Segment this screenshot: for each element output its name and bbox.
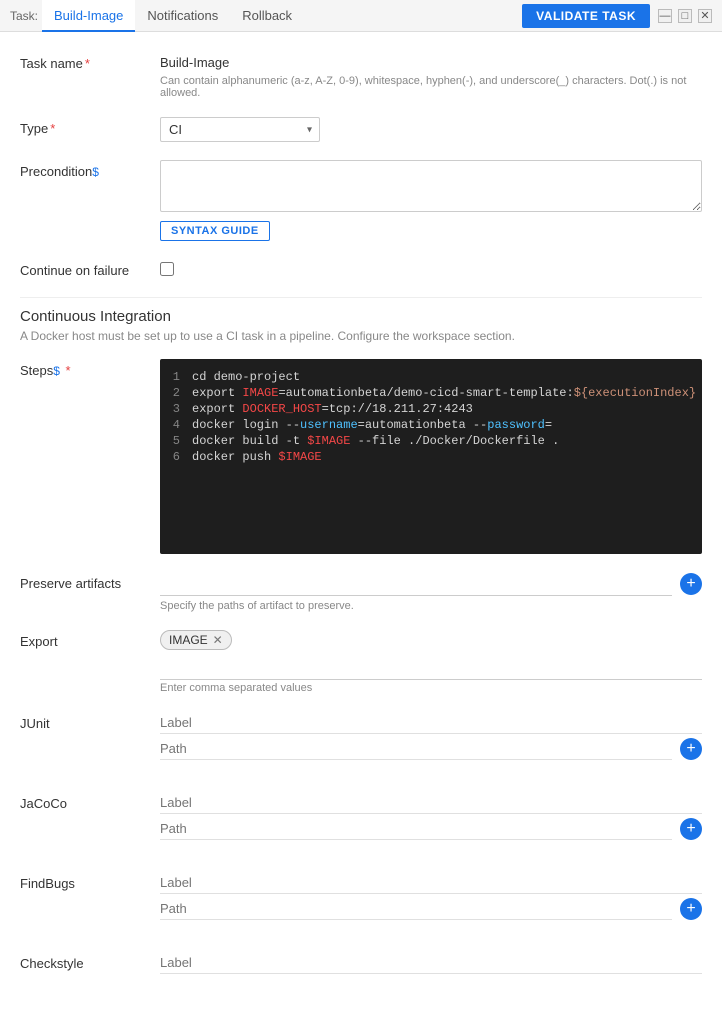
junit-label-input[interactable] [160,712,702,734]
jacoco-row: JaCoCo + [20,792,702,854]
jacoco-label: JaCoCo [20,792,160,811]
continue-on-failure-row: Continue on failure [20,259,702,279]
divider-1 [20,297,702,298]
checkstyle-label: Checkstyle [20,952,160,971]
ci-section-desc: A Docker host must be set up to use a CI… [20,329,702,343]
checkstyle-inputs [160,952,702,978]
findbugs-inputs: + [160,872,702,920]
code-line-1: 1 cd demo-project [160,369,702,385]
code-line-2: 2 export IMAGE=automationbeta/demo-cicd-… [160,385,702,401]
export-tag-label: IMAGE [169,633,208,647]
tab-build-image[interactable]: Build-Image [42,0,135,32]
findbugs-label-input[interactable] [160,872,702,894]
export-input[interactable] [160,656,702,680]
export-tags-row: IMAGE ✕ [160,630,702,650]
export-tag-image: IMAGE ✕ [160,630,232,650]
continue-on-failure-value [160,259,702,279]
type-row: Type* CI CD Shell ▾ [20,117,702,142]
precondition-link[interactable]: $ [92,165,99,179]
task-name-value-container: Build-Image Can contain alphanumeric (a-… [160,52,702,99]
code-line-3: 3 export DOCKER_HOST=tcp://18.211.27:424… [160,401,702,417]
preserve-artifacts-row: Preserve artifacts + Specify the paths o… [20,572,702,612]
steps-label: Steps$ * [20,359,160,378]
artifact-input-row: + [160,572,702,596]
tabs: Build-Image Notifications Rollback [42,0,522,32]
type-label: Type* [20,117,160,136]
main-content: Task name* Build-Image Can contain alpha… [0,32,722,1016]
maximize-button[interactable]: □ [678,9,692,23]
preserve-artifacts-label: Preserve artifacts [20,572,160,591]
junit-inputs: + [160,712,702,760]
precondition-value-container: SYNTAX GUIDE [160,160,702,241]
findbugs-path-row: + [160,898,702,920]
preserve-artifacts-input[interactable] [160,572,672,596]
precondition-row: Precondition$ SYNTAX GUIDE [20,160,702,241]
type-select[interactable]: CI CD Shell [160,117,320,142]
continue-on-failure-checkbox[interactable] [160,262,174,276]
precondition-label: Precondition$ [20,160,160,179]
jacoco-path-input[interactable] [160,818,672,840]
tab-rollback[interactable]: Rollback [230,0,304,32]
task-name-row: Task name* Build-Image Can contain alpha… [20,52,702,99]
task-name-display: Build-Image [160,52,702,73]
code-editor[interactable]: 1 cd demo-project 2 export IMAGE=automat… [160,359,702,554]
window-controls: — □ ✕ [658,9,712,23]
export-label: Export [20,630,160,649]
add-artifact-button[interactable]: + [680,573,702,595]
continue-on-failure-label: Continue on failure [20,259,160,278]
preserve-artifacts-helper: Specify the paths of artifact to preserv… [160,600,702,612]
jacoco-path-row: + [160,818,702,840]
type-value-container: CI CD Shell ▾ [160,117,702,142]
task-prefix: Task: [10,9,38,23]
checkstyle-label-input[interactable] [160,952,702,974]
task-name-helper: Can contain alphanumeric (a-z, A-Z, 0-9)… [160,75,702,99]
export-tag-close-icon[interactable]: ✕ [213,633,223,647]
export-helper: Enter comma separated values [160,682,702,694]
ci-section-heading: Continuous Integration [20,308,702,325]
jacoco-label-input[interactable] [160,792,702,814]
findbugs-row: FindBugs + [20,872,702,934]
precondition-textarea[interactable] [160,160,702,212]
code-line-4: 4 docker login --username=automationbeta… [160,417,702,433]
steps-row: Steps$ * 1 cd demo-project 2 export IMAG… [20,359,702,554]
export-row: Export IMAGE ✕ Enter comma separated val… [20,630,702,694]
add-findbugs-button[interactable]: + [680,898,702,920]
tab-notifications[interactable]: Notifications [135,0,230,32]
export-value-container: IMAGE ✕ Enter comma separated values [160,630,702,694]
add-jacoco-button[interactable]: + [680,818,702,840]
preserve-artifacts-value: + Specify the paths of artifact to prese… [160,572,702,612]
add-junit-button[interactable]: + [680,738,702,760]
findbugs-label: FindBugs [20,872,160,891]
junit-path-input[interactable] [160,738,672,760]
steps-editor-container: 1 cd demo-project 2 export IMAGE=automat… [160,359,702,554]
checkstyle-row: Checkstyle [20,952,702,978]
junit-path-row: + [160,738,702,760]
header: Task: Build-Image Notifications Rollback… [0,0,722,32]
minimize-button[interactable]: — [658,9,672,23]
syntax-guide-button[interactable]: SYNTAX GUIDE [160,221,270,241]
close-button[interactable]: ✕ [698,9,712,23]
validate-task-button[interactable]: VALIDATE TASK [522,4,650,28]
jacoco-inputs: + [160,792,702,840]
junit-label: JUnit [20,712,160,731]
code-line-6: 6 docker push $IMAGE [160,449,702,465]
type-select-wrapper: CI CD Shell ▾ [160,117,320,142]
code-line-5: 5 docker build -t $IMAGE --file ./Docker… [160,433,702,449]
findbugs-path-input[interactable] [160,898,672,920]
steps-link[interactable]: $ [53,364,60,378]
task-name-label: Task name* [20,52,160,71]
junit-row: JUnit + [20,712,702,774]
